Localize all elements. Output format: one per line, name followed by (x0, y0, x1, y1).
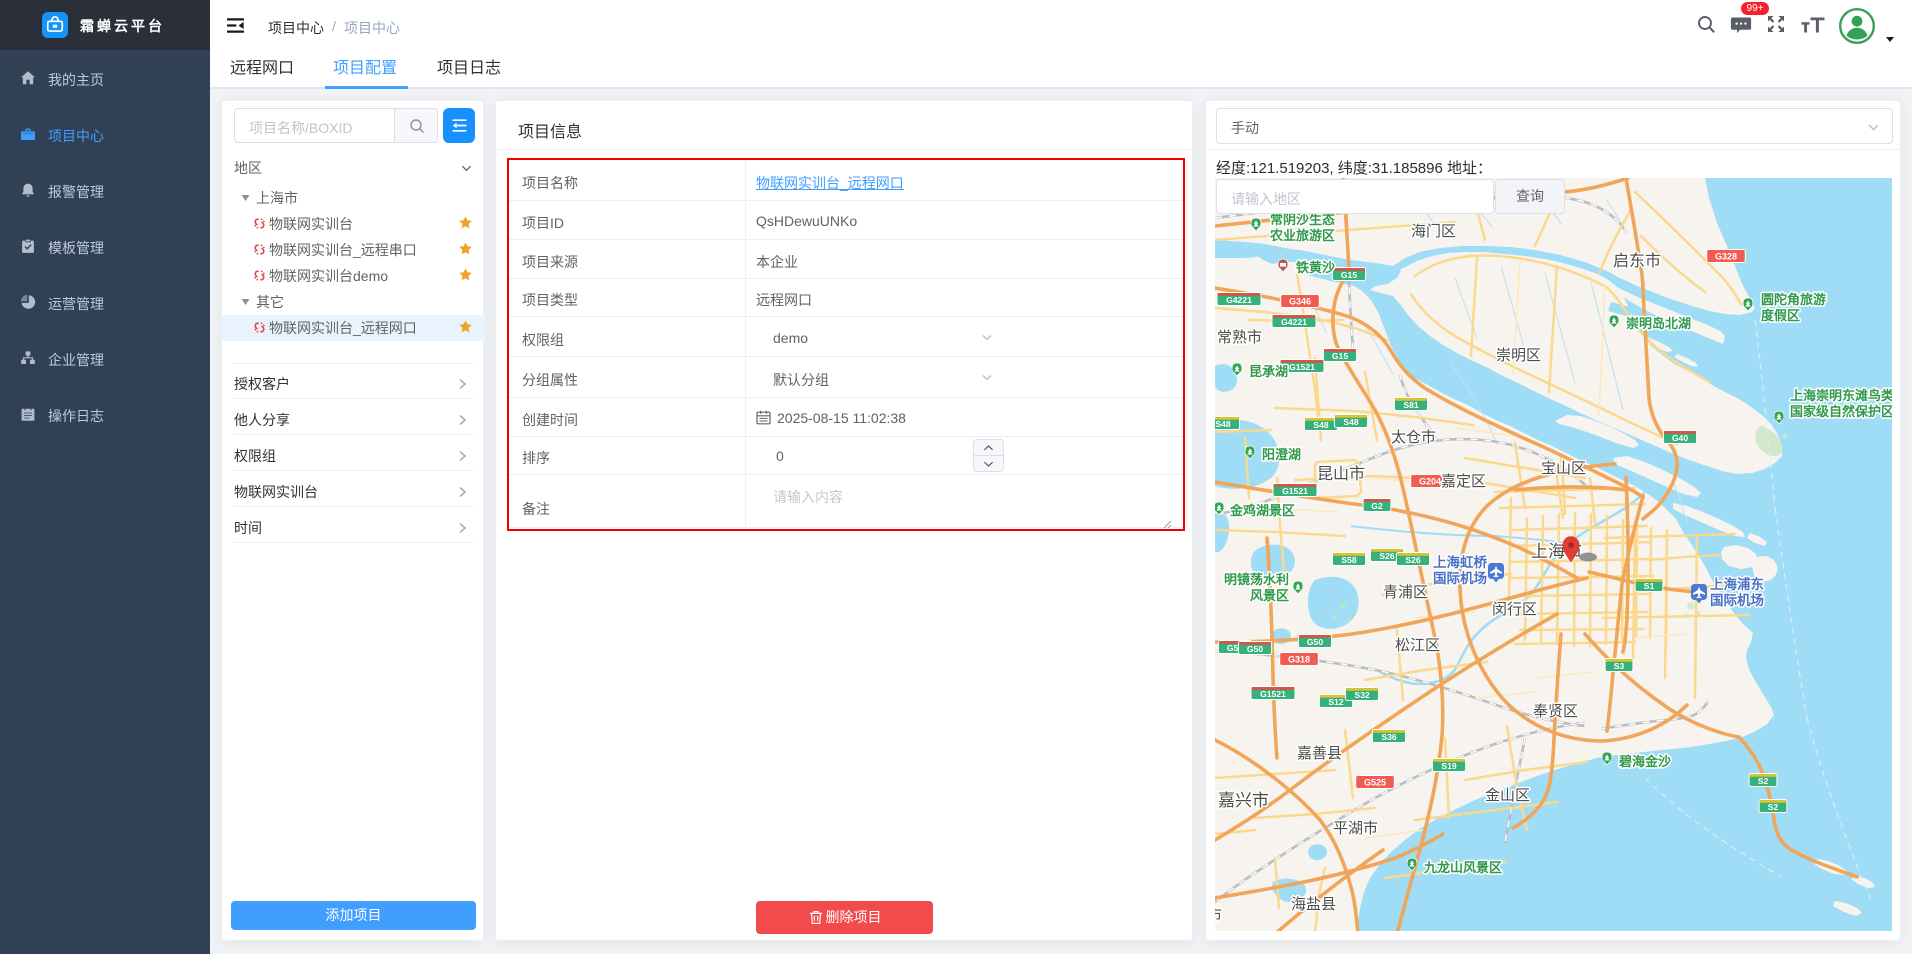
svg-text:国家级自然保护区: 国家级自然保护区 (1790, 404, 1892, 419)
svg-text:G2: G2 (1371, 501, 1383, 511)
svg-text:G525: G525 (1364, 778, 1386, 788)
svg-text:启东市: 启东市 (1613, 252, 1661, 270)
svg-text:常阴沙生态: 常阴沙生态 (1270, 212, 1335, 227)
svg-text:G204: G204 (1419, 477, 1441, 487)
svg-text:碧海金沙: 碧海金沙 (1618, 754, 1671, 769)
svg-text:G50: G50 (1307, 637, 1323, 647)
svg-text:G346: G346 (1289, 297, 1311, 307)
svg-text:常熟市: 常熟市 (1217, 329, 1262, 346)
svg-text:闵行区: 闵行区 (1492, 601, 1537, 618)
svg-text:S3: S3 (1614, 661, 1625, 671)
svg-text:S26: S26 (1405, 555, 1421, 565)
svg-text:G328: G328 (1715, 252, 1737, 262)
svg-text:农业旅游区: 农业旅游区 (1269, 228, 1335, 243)
svg-text:S58: S58 (1341, 555, 1357, 565)
svg-text:市: 市 (1215, 907, 1222, 924)
svg-text:G40: G40 (1672, 433, 1688, 443)
svg-text:度假区: 度假区 (1761, 308, 1800, 323)
svg-text:G4221: G4221 (1281, 317, 1307, 327)
svg-text:G15: G15 (1341, 270, 1357, 280)
svg-text:S48: S48 (1343, 417, 1359, 427)
svg-text:G318: G318 (1288, 655, 1310, 665)
svg-text:崇明区: 崇明区 (1496, 347, 1541, 364)
svg-text:昆承湖: 昆承湖 (1249, 364, 1288, 379)
svg-text:铁黄沙: 铁黄沙 (1295, 260, 1335, 275)
svg-text:金山区: 金山区 (1485, 787, 1530, 804)
svg-text:G1521: G1521 (1260, 689, 1286, 699)
svg-text:风景区: 风景区 (1250, 588, 1289, 603)
svg-text:阳澄湖: 阳澄湖 (1262, 447, 1301, 462)
svg-text:明镜荡水利: 明镜荡水利 (1224, 572, 1289, 587)
svg-text:金鸡湖景区: 金鸡湖景区 (1229, 503, 1295, 518)
svg-text:圆陀角旅游: 圆陀角旅游 (1761, 292, 1826, 307)
svg-text:青浦区: 青浦区 (1383, 584, 1428, 601)
svg-text:S36: S36 (1381, 732, 1397, 742)
svg-text:国际机场: 国际机场 (1710, 592, 1764, 608)
svg-text:太仓市: 太仓市 (1391, 429, 1436, 446)
svg-text:S2: S2 (1768, 802, 1779, 812)
svg-text:宝山区: 宝山区 (1541, 460, 1586, 477)
svg-text:嘉兴市: 嘉兴市 (1218, 791, 1269, 810)
svg-text:S48: S48 (1313, 420, 1329, 430)
svg-text:嘉定区: 嘉定区 (1441, 473, 1486, 490)
svg-text:松江区: 松江区 (1395, 637, 1440, 654)
svg-text:G4221: G4221 (1226, 295, 1252, 305)
svg-text:S48: S48 (1215, 419, 1231, 429)
svg-text:S1: S1 (1644, 581, 1655, 591)
svg-text:崇明岛北湖: 崇明岛北湖 (1626, 316, 1691, 331)
svg-text:奉贤区: 奉贤区 (1533, 702, 1578, 720)
svg-text:海门区: 海门区 (1411, 223, 1456, 240)
svg-text:嘉善县: 嘉善县 (1297, 745, 1342, 762)
svg-text:昆山市: 昆山市 (1317, 465, 1365, 483)
svg-text:G15: G15 (1332, 351, 1348, 361)
svg-text:上海崇明东滩鸟类: 上海崇明东滩鸟类 (1790, 388, 1892, 403)
svg-text:九龙山风景区: 九龙山风景区 (1423, 860, 1502, 875)
svg-text:上海浦东: 上海浦东 (1710, 576, 1764, 592)
svg-text:G1521: G1521 (1289, 362, 1315, 372)
svg-text:G1521: G1521 (1282, 486, 1308, 496)
svg-text:S12: S12 (1328, 697, 1344, 707)
svg-text:S81: S81 (1403, 400, 1419, 410)
svg-text:S32: S32 (1354, 690, 1370, 700)
svg-text:海盐县: 海盐县 (1291, 896, 1336, 913)
svg-text:G50: G50 (1247, 644, 1263, 654)
svg-text:S26: S26 (1379, 551, 1395, 561)
svg-text:S19: S19 (1441, 761, 1457, 771)
svg-text:国际机场: 国际机场 (1433, 570, 1487, 586)
svg-text:S2: S2 (1758, 776, 1769, 786)
svg-text:上海虹桥: 上海虹桥 (1433, 554, 1487, 570)
svg-text:平湖市: 平湖市 (1333, 820, 1378, 837)
